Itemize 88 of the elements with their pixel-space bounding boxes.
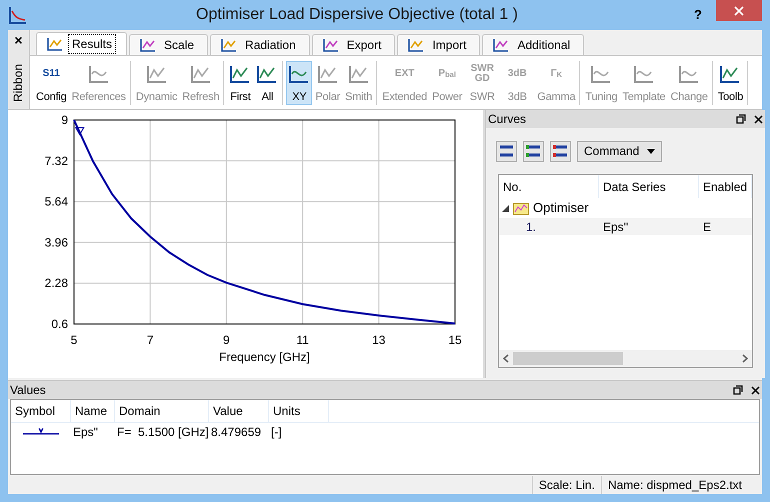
chart-icon [678, 64, 700, 84]
axis-tick-label: 9 [61, 113, 68, 127]
chart-icon [146, 64, 168, 84]
ribbon-label: Ribbon [10, 64, 26, 102]
toolbar-icon[interactable] [496, 140, 517, 162]
panel-title: Curves [488, 111, 528, 128]
table-cell-text: F= 5.1500 [GHz] [116, 424, 209, 441]
axis-tick-label: 5.64 [44, 194, 68, 209]
chart-icon [348, 64, 370, 84]
axis-tick-label: 0.6 [51, 317, 68, 331]
ribbon-tab[interactable]: Additional [482, 34, 584, 55]
table-cell-text: [-] [270, 424, 283, 441]
folder-chart-icon [513, 202, 529, 214]
column-header[interactable]: Name [71, 400, 115, 422]
icon-label: EXT [394, 66, 416, 80]
chart-icon [719, 64, 742, 84]
icon-label: Γ$_{K}$ [550, 66, 564, 82]
table-cell-text: 8.479659 [210, 424, 262, 441]
column-header[interactable]: Value [209, 400, 269, 422]
chart-icon [632, 64, 655, 84]
chart-icon [256, 64, 278, 84]
restore-icon[interactable] [736, 114, 746, 124]
tab-icon [140, 38, 156, 52]
ribbon-button[interactable]: S11 Config [34, 60, 69, 104]
chart-icon [590, 64, 612, 84]
tree-group-label[interactable]: Optimiser [533, 198, 589, 218]
panel-title: Values [10, 382, 47, 399]
column-header[interactable]: Symbol [11, 400, 71, 422]
ribbon-button[interactable]: Toolb [716, 60, 746, 104]
restore-icon[interactable] [733, 385, 743, 395]
close-button[interactable] [716, 0, 762, 21]
column-header[interactable]: Domain [115, 400, 209, 422]
axis-tick-label: 9 [223, 333, 230, 347]
column-header[interactable]: Enabled [699, 175, 752, 198]
status-text: Name: dispmed_Eps2.txt [600, 476, 748, 494]
ribbon-button[interactable]: All [254, 60, 280, 104]
chart-icon [288, 64, 310, 84]
tree-row[interactable]: 1. Eps'' E [499, 218, 752, 235]
axis-tick-label: 5 [70, 333, 78, 347]
command-dropdown[interactable]: Command [577, 140, 662, 162]
close-icon[interactable] [751, 386, 760, 394]
chart-icon [316, 64, 339, 84]
axis-tick-label: 15 [448, 333, 462, 347]
axis-tick-label: 3.96 [44, 235, 68, 250]
toolbar-icon[interactable] [523, 140, 544, 162]
tab-icon [221, 38, 238, 52]
tab-icon [408, 38, 424, 52]
ribbon-button[interactable]: XY [286, 60, 312, 104]
icon-label: 3dB [506, 66, 528, 80]
help-button[interactable]: ? [686, 5, 710, 25]
column-header[interactable]: No. [499, 175, 599, 198]
axis-tick-label: 11 [296, 333, 309, 347]
column-header[interactable]: Units [269, 400, 329, 422]
marker-icon [74, 127, 85, 136]
scroll-right-icon[interactable] [742, 354, 748, 363]
close-icon [734, 6, 744, 16]
ribbon-button[interactable]: First [227, 60, 254, 104]
toolbar-icon[interactable] [550, 140, 571, 162]
horizontal-scrollbar[interactable] [499, 350, 752, 367]
icon-label: SWR GD [470, 64, 495, 84]
table-cell-text: Eps" [72, 424, 99, 441]
axis-tick-label: 7 [146, 333, 154, 347]
icon-label: S11 [42, 66, 61, 80]
chart-icon [88, 64, 110, 84]
axis-tick-label: 7.32 [44, 154, 68, 168]
close-icon[interactable] [754, 114, 764, 124]
chart-icon [190, 64, 212, 84]
app-logo-icon [8, 5, 28, 25]
axis-title: Frequency [GHz] [219, 350, 310, 364]
caret-icon [647, 148, 656, 154]
ribbon-tab[interactable]: Import [397, 34, 480, 55]
axis-tick-label: 2.28 [44, 276, 68, 290]
scroll-left-icon[interactable] [503, 354, 509, 363]
tab-icon [47, 37, 63, 51]
tab-icon [493, 38, 510, 52]
chart-icon [229, 64, 252, 84]
ribbon-close-button[interactable]: × [14, 32, 23, 48]
expander-icon[interactable] [502, 204, 509, 212]
ribbon-tab[interactable]: Export [312, 34, 396, 55]
ribbon-tab[interactable]: Results [36, 32, 128, 55]
window-title: Optimiser Load Dispersive Objective (total 1 ) [195, 5, 519, 25]
ribbon-tab[interactable]: Radiation [210, 34, 310, 55]
icon-label: P$_{bal}$ [437, 66, 457, 82]
status-text: Scale: Lin. [532, 476, 601, 494]
axis-tick-label: 13 [372, 333, 386, 347]
tab-icon [322, 38, 339, 52]
column-header[interactable]: Data Series [599, 175, 699, 198]
ribbon-tab[interactable]: Scale [129, 34, 208, 55]
